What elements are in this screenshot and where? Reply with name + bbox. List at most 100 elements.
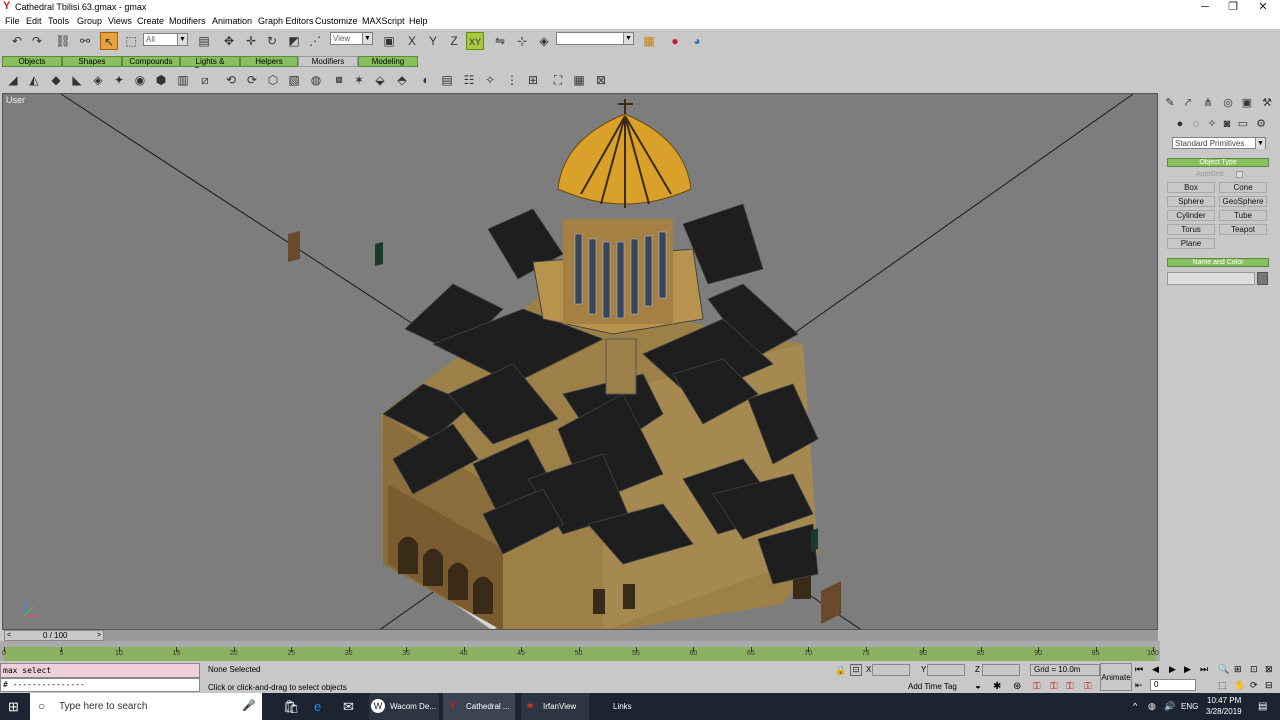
sphere-button[interactable]: Sphere	[1167, 196, 1215, 207]
percent-snap-icon[interactable]: ⊛	[1013, 681, 1021, 692]
utilities-tab-icon[interactable]: ⚒	[1260, 96, 1274, 110]
shapes-icon[interactable]: ◌	[1189, 117, 1203, 131]
object-name-field[interactable]	[1167, 272, 1255, 285]
geometry-icon[interactable]: ●	[1173, 117, 1187, 131]
tab-lights-cameras[interactable]: Lights & Cameras	[180, 56, 240, 75]
snap-toggle-icon[interactable]: ◒	[975, 681, 981, 692]
helpers-icon[interactable]: ▭	[1236, 117, 1250, 131]
zoom-icon[interactable]: 🔍	[1218, 664, 1229, 675]
lathe-icon[interactable]: ▤	[438, 71, 456, 89]
maximize-button[interactable]: ❐	[1218, 0, 1248, 14]
close-button[interactable]: ✕	[1248, 0, 1278, 14]
reference-coord-dropdown[interactable]: View ▼	[330, 32, 373, 45]
redo-icon[interactable]: ↷	[28, 32, 46, 50]
plane-button[interactable]: Plane	[1167, 238, 1215, 249]
menu-file[interactable]: File	[5, 14, 20, 29]
taskbar-app-cathedral[interactable]: Y Cathedral ...	[443, 693, 515, 720]
volume-icon[interactable]: 🔊	[1164, 699, 1175, 714]
lock-icon[interactable]: 🔒	[835, 665, 846, 676]
track-bar[interactable]: 0 5 10 15 20 25 30 35 40 45 50 55 60 65 70 75 80 85 90 95 10…	[0, 641, 1160, 661]
cylinder-button[interactable]: Cylinder	[1167, 210, 1215, 221]
noise-icon[interactable]: ◣	[68, 71, 86, 89]
menu-edit[interactable]: Edit	[26, 14, 42, 29]
y-coord-field[interactable]	[927, 664, 965, 676]
tab-modifiers[interactable]: Modifiers	[298, 56, 358, 67]
cameras-icon[interactable]: ◙	[1220, 117, 1234, 131]
slice-icon[interactable]: ⋮	[503, 71, 521, 89]
mirror-icon[interactable]: ⇋	[491, 32, 509, 50]
select-by-name-icon[interactable]: ▤	[195, 32, 213, 50]
mesh-select-icon[interactable]: ⬡	[264, 71, 282, 89]
menu-views[interactable]: Views	[108, 14, 132, 29]
go-to-end-icon[interactable]: ⏭	[1200, 664, 1208, 675]
absolute-mode-icon[interactable]: ⊡	[850, 664, 862, 676]
normal-icon[interactable]: ▩	[330, 71, 348, 89]
name-and-color-rollout[interactable]: Name and Color	[1167, 258, 1269, 267]
zoom-extents-icon[interactable]: ⊡	[1250, 664, 1258, 675]
snap-icon[interactable]: ⋰	[306, 32, 324, 50]
tab-shapes[interactable]: Shapes	[62, 56, 122, 67]
next-frame-icon[interactable]: ▶	[1184, 664, 1191, 675]
notifications-icon[interactable]: ▤	[1258, 699, 1267, 714]
menu-customize[interactable]: Customize	[315, 14, 358, 29]
maxscript-listener-line[interactable]: max select	[0, 663, 200, 678]
zoom-all-icon[interactable]: ⊞	[1234, 664, 1242, 675]
lights-icon[interactable]: ✧	[1205, 117, 1219, 131]
menu-graph-editors[interactable]: Graph Editors	[258, 14, 314, 29]
region-select-icon[interactable]: ⬚	[122, 32, 140, 50]
selection-lock-icon[interactable]: ⚿	[1050, 681, 1058, 692]
time-slider-thumb[interactable]: < 0 / 100 >	[4, 630, 104, 641]
scale-icon[interactable]: ◩	[285, 32, 303, 50]
unlink-icon[interactable]: ⚯	[76, 32, 94, 50]
restrict-xy-button[interactable]: XY	[466, 32, 484, 50]
taskbar-links-toolbar[interactable]: Links	[613, 693, 632, 720]
select-move-icon[interactable]: ✛	[242, 32, 260, 50]
uvw-map-icon[interactable]: ⟲	[222, 71, 240, 89]
menu-create[interactable]: Create	[137, 14, 164, 29]
cap-icon[interactable]: ⊞	[524, 71, 542, 89]
align-icon[interactable]: ⊹	[513, 32, 531, 50]
meshsmooth-icon[interactable]: ◍	[307, 71, 325, 89]
play-icon[interactable]: ▶	[1169, 664, 1176, 675]
spinner-snap-icon[interactable]: ⚿	[1033, 681, 1041, 692]
tab-compounds[interactable]: Compounds	[122, 56, 180, 67]
taskbar-search-box[interactable]: ○ Type here to search 🎤	[30, 693, 262, 720]
cone-button[interactable]: Cone	[1219, 182, 1267, 193]
clock-time[interactable]: 10:47 PM	[1207, 696, 1241, 706]
taskbar-app-wacom[interactable]: W Wacom De...	[369, 693, 439, 720]
skew-icon[interactable]: ⧄	[196, 71, 214, 89]
checker-icon[interactable]: ▦	[570, 71, 588, 89]
render-scene-icon[interactable]: ●	[666, 32, 684, 50]
object-color-swatch[interactable]	[1257, 272, 1268, 285]
minimize-button[interactable]: ─	[1190, 0, 1220, 14]
edit-mesh-icon[interactable]: ▧	[285, 71, 303, 89]
create-tab-icon[interactable]: ✎	[1163, 96, 1177, 110]
move-icon[interactable]: ✥	[220, 32, 238, 50]
autogrid-checkbox[interactable]	[1236, 171, 1243, 178]
teapot-button[interactable]: Teapot	[1219, 224, 1267, 235]
link-icon[interactable]: ⛓	[54, 32, 72, 50]
microsoft-store-icon[interactable]: 🛍	[283, 699, 300, 714]
z-coord-field[interactable]	[982, 664, 1020, 676]
xform-icon[interactable]: ⊠	[592, 71, 610, 89]
maximize-viewport-icon[interactable]: ⊟	[1265, 680, 1273, 691]
current-frame-field[interactable]: 0	[1150, 679, 1196, 691]
pan-icon[interactable]: ✋	[1234, 680, 1245, 691]
angle-snap-icon[interactable]: ✱	[993, 681, 1001, 692]
hierarchy-tab-icon[interactable]: ⋔	[1201, 96, 1215, 110]
display-tab-icon[interactable]: ▣	[1240, 96, 1254, 110]
region-zoom-icon[interactable]: ⬚	[1218, 680, 1227, 691]
pivot-center-icon[interactable]: ▣	[380, 32, 398, 50]
degradation-icon[interactable]: ⚿	[1066, 681, 1074, 692]
menu-maxscript[interactable]: MAXScript	[362, 14, 405, 29]
language-indicator[interactable]: ENG	[1181, 693, 1198, 720]
object-type-rollout[interactable]: Object Type	[1167, 158, 1269, 167]
tab-objects[interactable]: Objects	[2, 56, 62, 67]
bend-icon[interactable]: ◢	[4, 71, 22, 89]
optimize-icon[interactable]: ⬙	[371, 71, 389, 89]
chevron-up-icon[interactable]: ^	[1133, 699, 1137, 714]
motion-tab-icon[interactable]: ◎	[1221, 96, 1235, 110]
animate-button[interactable]: Animate	[1100, 663, 1132, 691]
add-time-tag-button[interactable]: Add Time Tag	[908, 682, 957, 691]
time-slider[interactable]: < 0 / 100 >	[0, 630, 1160, 641]
